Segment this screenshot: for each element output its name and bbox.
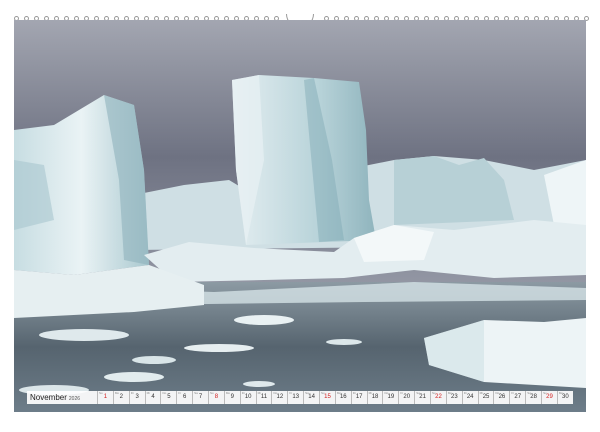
calendar-day: Di 17 — [350, 391, 367, 404]
weekday-label: Sa — [527, 391, 531, 395]
calendar-day: Do 26 — [493, 391, 509, 404]
weekday-label: Fr — [511, 391, 515, 395]
day-number: 8 — [214, 394, 219, 400]
calendar-day: Di 3 — [128, 391, 145, 404]
day-number: 7 — [198, 394, 203, 400]
day-number: 10 — [244, 394, 252, 400]
year-label: 2026 — [68, 396, 81, 402]
calendar-day: Do 12 — [271, 391, 287, 404]
calendar-day: Mi 25 — [477, 391, 494, 404]
calendar-day: Fr 20 — [398, 391, 414, 404]
day-number: 2 — [119, 394, 123, 400]
day-number: 28 — [530, 394, 537, 400]
weekday-label: Fr — [400, 391, 404, 395]
day-number: 26 — [498, 394, 506, 400]
weekday-label: Do — [273, 391, 278, 395]
weekday-label: So — [99, 391, 103, 395]
calendar-day: Mi 11 — [255, 391, 272, 404]
weekday-label: Mo — [225, 391, 231, 395]
day-number: 1 — [103, 394, 108, 400]
calendar-day: Sa 14 — [303, 391, 319, 404]
weekday-label: Sa — [194, 391, 198, 395]
calendar-day: Fr 27 — [509, 391, 525, 404]
calendar-day: Di 10 — [239, 391, 256, 404]
weekday-label: Di — [463, 391, 467, 395]
day-number: 24 — [466, 394, 474, 400]
weekday-label: Mi — [257, 391, 261, 395]
calendar-day: Mo 9 — [223, 391, 240, 404]
month-name: November — [30, 393, 67, 402]
iceberg-photo — [14, 20, 586, 412]
calendar-day: So 29 — [541, 391, 557, 404]
weekday-label: Di — [241, 391, 245, 395]
day-number: 15 — [324, 394, 331, 400]
day-number: 20 — [403, 394, 411, 400]
day-number: 17 — [355, 394, 363, 400]
iceberg-scene — [14, 20, 586, 412]
day-number: 27 — [514, 394, 522, 400]
weekday-label: Sa — [416, 391, 420, 395]
calendar-day: Mi 4 — [144, 391, 161, 404]
weekday-label: Mi — [146, 391, 150, 395]
weekday-label: Sa — [305, 391, 309, 395]
calendar-day: Mo 23 — [445, 391, 462, 404]
day-number: 9 — [230, 394, 234, 400]
day-number: 21 — [419, 394, 426, 400]
weekday-label: Mo — [114, 391, 120, 395]
weekday-label: Di — [130, 391, 134, 395]
calendar-day: Di 24 — [461, 391, 478, 404]
weekday-label: So — [210, 391, 214, 395]
calendar-day: Fr 13 — [287, 391, 303, 404]
day-number: 12 — [276, 394, 284, 400]
day-number: 18 — [371, 394, 379, 400]
weekday-label: Do — [495, 391, 500, 395]
weekday-label: Di — [352, 391, 356, 395]
day-number: 14 — [308, 394, 315, 400]
day-number: 25 — [482, 394, 490, 400]
day-number: 6 — [183, 394, 187, 400]
weekday-label: So — [321, 391, 325, 395]
calendar-day: Sa 7 — [192, 391, 208, 404]
day-number: 3 — [135, 394, 139, 400]
weekday-label: Mi — [479, 391, 483, 395]
day-number: 4 — [151, 394, 155, 400]
weekday-label: So — [432, 391, 436, 395]
calendar-day: Do 5 — [160, 391, 176, 404]
calendar-day: Mo 2 — [112, 391, 129, 404]
day-number: 19 — [387, 394, 395, 400]
month-label: November 2026 — [27, 391, 97, 404]
calendar-day: So 22 — [430, 391, 446, 404]
weekday-label: Mi — [368, 391, 372, 395]
day-number: 29 — [546, 394, 553, 400]
calendar-day: Do 19 — [382, 391, 398, 404]
weekday-label: Fr — [178, 391, 182, 395]
calendar-day: So 8 — [208, 391, 224, 404]
weekday-label: Do — [384, 391, 389, 395]
calendar-day: Sa 28 — [525, 391, 541, 404]
weekday-label: Mo — [336, 391, 342, 395]
weekday-label: Do — [162, 391, 167, 395]
calendar-day: So 15 — [319, 391, 335, 404]
calendar-day: Mo 30 — [556, 391, 573, 404]
weekday-label: Mo — [558, 391, 564, 395]
weekday-label: Mo — [447, 391, 453, 395]
day-number: 11 — [260, 394, 268, 400]
calendar-day: Sa 21 — [414, 391, 430, 404]
calendar-day: Fr 6 — [176, 391, 192, 404]
calendar-day: Mo 16 — [334, 391, 351, 404]
weekday-label: So — [543, 391, 547, 395]
calendar-day: So 1 — [97, 391, 113, 404]
calendar-strip: November 2026 So 1 Mo 2 Di 3 Mi 4 Do 5 Fr 6 Sa 7 So 8 Mo 9… — [27, 391, 573, 404]
day-number: 22 — [435, 394, 442, 400]
day-number: 5 — [167, 394, 171, 400]
day-number: 13 — [292, 394, 300, 400]
weekday-label: Fr — [289, 391, 293, 395]
day-row: So 1 Mo 2 Di 3 Mi 4 Do 5 Fr 6 Sa 7 So 8 Mo 9 Di 10 Mi 11 Do 12 F… — [97, 391, 573, 404]
calendar-day: Mi 18 — [366, 391, 383, 404]
